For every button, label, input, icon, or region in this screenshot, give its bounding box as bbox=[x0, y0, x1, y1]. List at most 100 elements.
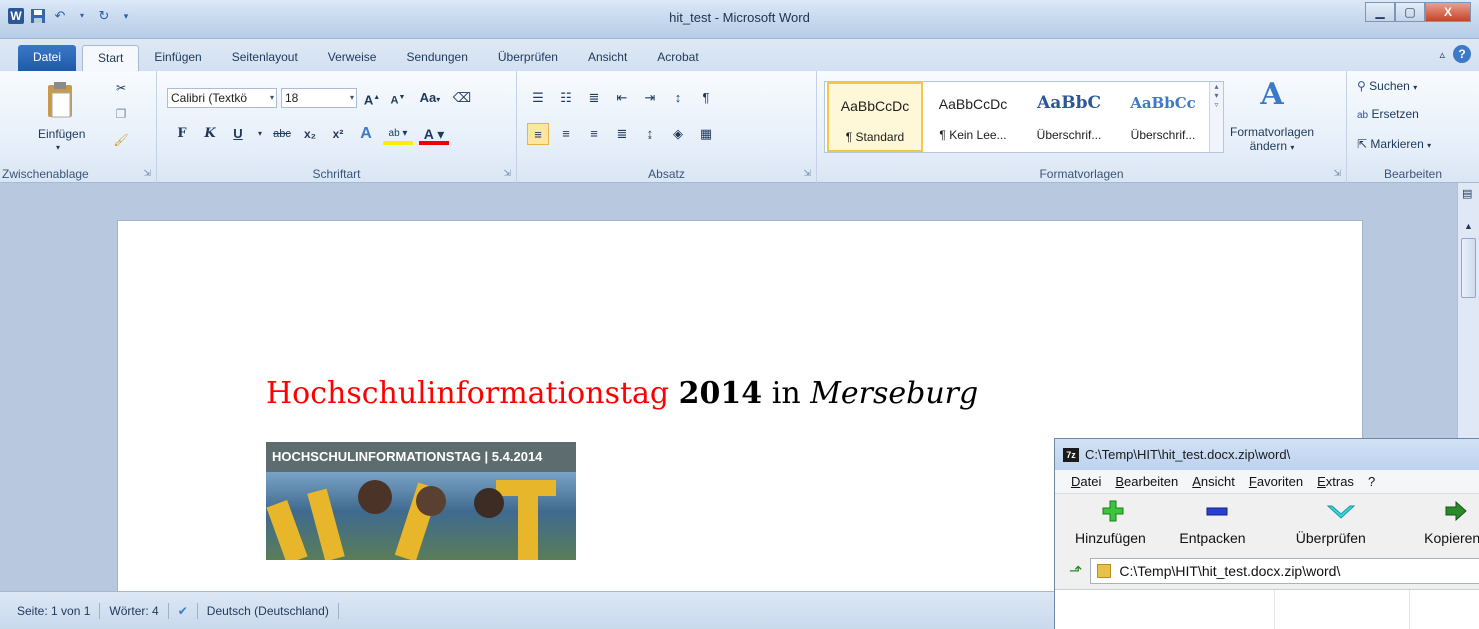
close-button[interactable]: X bbox=[1425, 2, 1471, 22]
text-effects-icon[interactable]: A bbox=[355, 123, 377, 145]
align-center-icon[interactable]: ≡ bbox=[555, 123, 577, 145]
increase-indent-icon[interactable]: ⇥ bbox=[639, 87, 661, 109]
tab-ansicht[interactable]: Ansicht bbox=[573, 45, 642, 71]
proofing-icon[interactable]: ✔ bbox=[169, 602, 198, 619]
font-size-dropdown-icon[interactable]: ▾ bbox=[350, 89, 354, 107]
font-launcher-icon[interactable]: ⇲ bbox=[503, 168, 511, 179]
line-spacing-icon[interactable]: ↨ bbox=[639, 123, 661, 145]
menu-help[interactable]: ? bbox=[1368, 474, 1375, 489]
copy-icon[interactable]: ❐ bbox=[113, 107, 129, 121]
styles-launcher-icon[interactable]: ⇲ bbox=[1333, 168, 1341, 179]
help-icon[interactable]: ? bbox=[1453, 45, 1471, 63]
style-heading-2[interactable]: AaBbCc Überschrif... bbox=[1115, 82, 1211, 152]
decrease-indent-icon[interactable]: ⇤ bbox=[611, 87, 633, 109]
add-button[interactable]: Hinzufügen bbox=[1069, 494, 1179, 556]
change-case-label: Aa bbox=[419, 90, 437, 105]
show-marks-icon[interactable]: ¶ bbox=[695, 87, 717, 109]
copy-button[interactable]: Kopieren bbox=[1400, 494, 1479, 556]
shrink-font-icon[interactable]: A▼ bbox=[387, 87, 409, 109]
heading-part-1: Hochschulinformationstag bbox=[266, 376, 670, 411]
font-row-2: F K U ▾ abc x₂ x² A ab ▾ A ▾ bbox=[171, 123, 449, 145]
bullets-icon[interactable]: ☰ bbox=[527, 87, 549, 109]
align-right-icon[interactable]: ≡ bbox=[583, 123, 605, 145]
heading-part-4: Merseburg bbox=[810, 376, 979, 411]
up-folder-icon[interactable]: ⬏ bbox=[1069, 561, 1082, 581]
numbering-icon[interactable]: ☷ bbox=[555, 87, 577, 109]
maximize-button[interactable]: ▢ bbox=[1395, 2, 1425, 22]
font-name-combo[interactable]: Calibri (Textkö ▾ bbox=[167, 88, 277, 108]
cut-icon[interactable]: ✂ bbox=[113, 81, 129, 95]
paste-dropdown-icon[interactable]: ▾ bbox=[56, 143, 60, 152]
add-label: Hinzufügen bbox=[1075, 530, 1146, 546]
minimize-ribbon-icon[interactable]: ▵ bbox=[1439, 48, 1445, 61]
style-preview: AaBbC bbox=[1037, 93, 1101, 113]
highlight-color-icon[interactable]: ab ▾ bbox=[383, 123, 413, 145]
clear-formatting-icon[interactable]: ⌫ bbox=[451, 87, 473, 109]
menu-ansicht[interactable]: Ansicht bbox=[1192, 474, 1235, 489]
tab-einfuegen[interactable]: Einfügen bbox=[139, 45, 216, 71]
style-kein-leerraum[interactable]: AaBbCcDc ¶ Kein Lee... bbox=[925, 82, 1021, 152]
menu-extras[interactable]: Extras bbox=[1317, 474, 1354, 489]
paste-icon[interactable] bbox=[40, 81, 80, 123]
multilevel-list-icon[interactable]: ≣ bbox=[583, 87, 605, 109]
select-button[interactable]: ⇱ Markieren ▾ bbox=[1357, 137, 1431, 151]
extract-button[interactable]: Entpacken bbox=[1179, 494, 1289, 556]
tab-datei[interactable]: Datei bbox=[18, 45, 77, 71]
menu-datei[interactable]: Datei bbox=[1071, 474, 1101, 489]
find-button[interactable]: ⚲ Suchen ▾ bbox=[1357, 79, 1417, 93]
change-styles-icon[interactable]: A bbox=[1252, 77, 1292, 112]
paragraph-launcher-icon[interactable]: ⇲ bbox=[803, 168, 811, 179]
sevenzip-file-list[interactable] bbox=[1055, 589, 1479, 629]
status-language[interactable]: Deutsch (Deutschland) bbox=[198, 602, 339, 619]
path-field[interactable]: C:\Temp\HIT\hit_test.docx.zip\word\ bbox=[1090, 558, 1479, 584]
borders-icon[interactable]: ▦ bbox=[695, 123, 717, 145]
superscript-button[interactable]: x² bbox=[327, 123, 349, 145]
font-size-combo[interactable]: 18 ▾ bbox=[281, 88, 357, 108]
italic-button[interactable]: K bbox=[199, 123, 221, 145]
styles-gallery-scroll[interactable]: ▴ ▾ ▿ bbox=[1209, 82, 1223, 152]
minimize-button[interactable]: ▁ bbox=[1365, 2, 1395, 22]
change-case-button[interactable]: Aa▾ bbox=[413, 87, 447, 109]
clipboard-launcher-icon[interactable]: ⇲ bbox=[143, 168, 151, 179]
ruler-toggle-icon[interactable]: ▤ bbox=[1462, 187, 1472, 200]
tab-start[interactable]: Start bbox=[82, 45, 140, 71]
menu-bearbeiten[interactable]: Bearbeiten bbox=[1115, 474, 1178, 489]
hit-banner-image[interactable]: HOCHSCHULINFORMATIONSTAG | 5.4.2014 bbox=[266, 442, 576, 560]
scrollbar-thumb[interactable] bbox=[1461, 238, 1476, 298]
strikethrough-button[interactable]: abc bbox=[271, 123, 293, 145]
tab-sendungen[interactable]: Sendungen bbox=[391, 45, 482, 71]
status-page[interactable]: Seite: 1 von 1 bbox=[8, 602, 101, 619]
binoculars-icon: ⚲ bbox=[1357, 79, 1366, 93]
replace-button[interactable]: ab Ersetzen bbox=[1357, 107, 1419, 121]
style-name: ¶ Standard bbox=[845, 130, 905, 144]
underline-button[interactable]: U bbox=[227, 123, 249, 145]
bold-button[interactable]: F bbox=[171, 123, 193, 145]
change-styles-button[interactable]: Formatvorlagen ändern ▾ bbox=[1230, 125, 1314, 153]
tab-ueberpruefen[interactable]: Überprüfen bbox=[483, 45, 573, 71]
align-left-icon[interactable]: ≡ bbox=[527, 123, 549, 145]
tab-acrobat[interactable]: Acrobat bbox=[642, 45, 713, 71]
justify-icon[interactable]: ≣ bbox=[611, 123, 633, 145]
select-cursor-icon: ⇱ bbox=[1357, 137, 1368, 151]
format-painter-icon[interactable]: 🖌 bbox=[113, 133, 129, 147]
tab-verweise[interactable]: Verweise bbox=[313, 45, 392, 71]
shading-icon[interactable]: ◈ bbox=[667, 123, 689, 145]
style-standard[interactable]: AaBbCcDc ¶ Standard bbox=[827, 82, 923, 152]
font-name-dropdown-icon[interactable]: ▾ bbox=[270, 89, 274, 107]
sort-icon[interactable]: ↕ bbox=[667, 87, 689, 109]
grow-font-icon[interactable]: A▲ bbox=[361, 87, 383, 109]
subscript-button[interactable]: x₂ bbox=[299, 123, 321, 145]
scroll-up-icon[interactable]: ▲ bbox=[1464, 221, 1473, 231]
replace-label: Ersetzen bbox=[1371, 107, 1419, 121]
style-preview: AaBbCcDc bbox=[840, 98, 910, 114]
status-words[interactable]: Wörter: 4 bbox=[100, 602, 169, 619]
paste-button[interactable]: Einfügen bbox=[38, 127, 85, 141]
underline-dropdown-icon[interactable]: ▾ bbox=[255, 123, 265, 145]
menu-favoriten[interactable]: Favoriten bbox=[1249, 474, 1303, 489]
style-heading-1[interactable]: AaBbC Überschrif... bbox=[1021, 82, 1117, 152]
tab-seitenlayout[interactable]: Seitenlayout bbox=[217, 45, 313, 71]
document-heading[interactable]: Hochschulinformationstag 2014 in Mersebu… bbox=[266, 376, 978, 411]
font-color-icon[interactable]: A ▾ bbox=[419, 123, 449, 145]
test-button[interactable]: Überprüfen bbox=[1290, 494, 1400, 556]
group-label-editing: Bearbeiten bbox=[1383, 167, 1443, 181]
